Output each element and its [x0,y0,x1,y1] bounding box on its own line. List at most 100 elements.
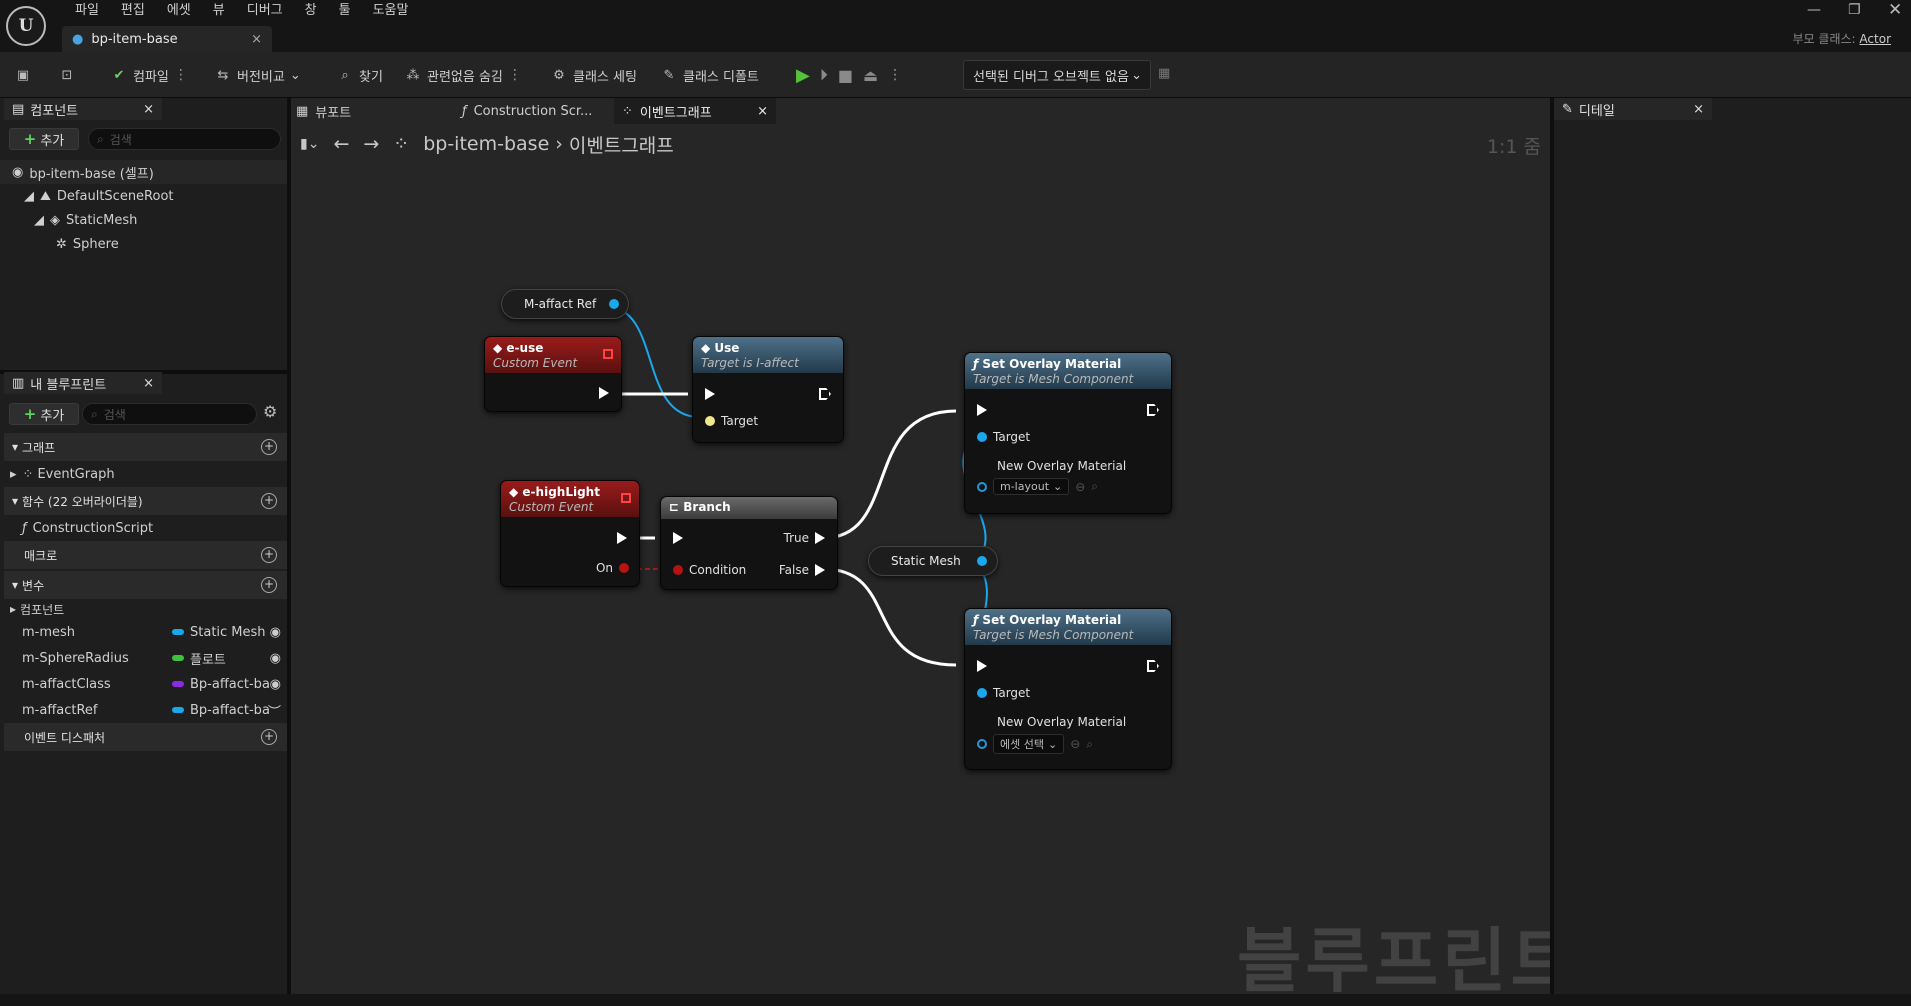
details-tab[interactable]: ✎ 디테일 × [1554,98,1712,120]
close-icon[interactable]: × [757,104,768,119]
pin-exec-out[interactable] [819,388,831,400]
tree-item-staticmesh[interactable]: ◢ ◈ StaticMesh [0,208,291,232]
play-icon[interactable]: ▶ [796,65,810,86]
close-icon[interactable]: × [251,32,262,47]
expand-icon[interactable]: ◢ [34,213,44,228]
delegate-pin-icon[interactable] [621,493,631,503]
breadcrumb-root[interactable]: bp-item-base [423,133,549,155]
pin-exec-in[interactable] [977,660,987,672]
pin-true[interactable]: True [784,531,825,545]
pin-overlay-material[interactable]: 에셋 선택 ⌄ ⊖ ⌕ [977,734,1093,754]
pin-target[interactable]: Target [977,686,1030,700]
more-icon[interactable]: ⋮ [508,67,522,83]
forward-arrow-icon[interactable]: → [363,133,379,155]
variable-row[interactable]: m-mesh Static Mesh ◉ [4,619,287,645]
parent-class-link[interactable]: Actor [1859,32,1891,46]
gear-icon[interactable]: ⚙ [263,402,277,421]
section-dispatchers[interactable]: 이벤트 디스패처 + [4,723,287,751]
variable-row[interactable]: m-affactRef Bp-affact-ba ︶ [4,697,287,723]
node-branch[interactable]: ⊏ Branch True Condition False [660,496,838,590]
menu-debug[interactable]: 디버그 [236,2,294,20]
pin-false[interactable]: False [779,563,825,577]
minimize-icon[interactable]: — [1807,2,1821,18]
menu-window[interactable]: 창 [294,2,328,20]
components-tab[interactable]: ▤ 컴포넌트 × [4,98,162,120]
browse-icon[interactable]: ⌕ [1091,479,1098,494]
eye-icon[interactable]: ◉ [270,651,281,666]
use-selected-icon[interactable]: ⊖ [1070,737,1080,751]
find-button[interactable]: ⌕ 찾기 [336,52,383,98]
member-eventgraph[interactable]: ▸ ⁘ EventGraph [4,461,287,487]
pin-exec-out[interactable] [617,532,627,544]
menu-asset[interactable]: 에셋 [156,2,202,20]
material-dropdown[interactable]: m-layout ⌄ [993,478,1070,495]
eye-icon[interactable]: ◉ [270,677,281,692]
blueprint-search-input[interactable]: ⌕ 검색 [82,403,257,425]
add-member-button[interactable]: + 추가 [9,403,79,425]
node-e-use[interactable]: ◆ e-use Custom Event [484,336,622,412]
variable-group-components[interactable]: ▸ 컴포넌트 [4,599,287,619]
menu-tools[interactable]: 툴 [328,2,362,20]
variable-row[interactable]: m-SphereRadius 플로트 ◉ [4,645,287,671]
back-arrow-icon[interactable]: ← [333,133,349,155]
menu-file[interactable]: 파일 [64,2,110,20]
close-icon[interactable]: × [1693,102,1704,117]
add-component-button[interactable]: + 추가 [9,128,79,150]
material-dropdown[interactable]: 에셋 선택 ⌄ [993,734,1065,754]
pin-output[interactable] [609,299,619,309]
pin-target[interactable]: Target [705,414,758,428]
expand-icon[interactable]: ▸ [10,467,17,482]
pin-exec-out[interactable] [1147,404,1159,416]
eye-icon[interactable]: ︶ [268,701,281,720]
close-icon[interactable]: × [143,102,154,117]
bookmark-icon[interactable]: ▮⌄ [300,136,319,152]
menu-help[interactable]: 도움말 [362,2,420,20]
expand-icon[interactable]: ◢ [24,189,34,204]
add-icon[interactable]: + [261,493,277,509]
component-search-input[interactable]: ⌕ 검색 [88,128,281,150]
section-graphs[interactable]: ▾ 그래프 + [4,433,287,461]
diff-button[interactable]: ⇆ 버전비교 ⌄ [214,52,301,98]
class-settings-button[interactable]: ⚙ 클래스 세팅 [550,52,637,98]
browse-icon[interactable]: ⌕ [1086,737,1093,752]
node-set-overlay-material-2[interactable]: ƒ Set Overlay Material Target is Mesh Co… [964,608,1172,770]
debug-object-select[interactable]: 선택된 디버그 오브젝트 없음 ⌄ [963,60,1151,90]
hide-unrelated-button[interactable]: ⁂ 관련없음 숨김 ⋮ [404,52,522,98]
pin-on[interactable]: On [596,561,629,575]
tab-viewport[interactable]: ▦ 뷰포트 [296,98,351,124]
node-affact-ref[interactable]: M-affact Ref [501,289,629,319]
tab-construction-script[interactable]: ƒ Construction Scr... [462,98,592,124]
close-window-icon[interactable]: ✕ [1888,0,1902,20]
add-icon[interactable]: + [261,729,277,745]
variable-row[interactable]: m-affactClass Bp-affact-ba ◉ [4,671,287,697]
add-icon[interactable]: + [261,439,277,455]
restore-icon[interactable]: ❐ [1848,2,1861,18]
pin-exec-in[interactable] [673,532,683,544]
section-macros[interactable]: 매크로 + [4,541,287,569]
debug-filter-icon[interactable]: ▦ [1158,66,1170,81]
pin-exec-out[interactable] [599,387,609,399]
section-functions[interactable]: ▾ 함수 (22 오버라이더블) + [4,487,287,515]
add-icon[interactable]: + [261,547,277,563]
pin-exec-out[interactable] [1147,660,1159,672]
browse-button[interactable]: ⊡ [58,52,76,98]
pin-overlay-material[interactable]: m-layout ⌄ ⊖ ⌕ [977,478,1098,495]
eject-icon[interactable]: ⏏ [863,66,878,85]
tree-item-sphere[interactable]: ✲ Sphere [0,232,291,256]
menu-view[interactable]: 뷰 [202,2,236,20]
more-icon[interactable]: ⋮ [174,67,188,83]
node-static-mesh[interactable]: Static Mesh [868,546,998,576]
document-tab[interactable]: ● bp-item-base × [62,26,272,52]
tab-event-graph[interactable]: ⁘ 이벤트그래프 × [614,98,776,124]
delegate-pin-icon[interactable] [603,349,613,359]
expand-icon[interactable]: ▸ [10,602,16,616]
node-e-highlight[interactable]: ◆ e-highLight Custom Event On [500,480,640,587]
pin-output[interactable] [977,556,987,566]
pin-exec-in[interactable] [977,404,987,416]
more-icon[interactable]: ⋮ [888,67,902,83]
close-icon[interactable]: × [143,376,154,391]
tree-item-self[interactable]: ◉ bp-item-base (셀프) [0,160,291,184]
pin-exec-in[interactable] [705,388,715,400]
eye-icon[interactable]: ◉ [270,625,281,640]
node-use[interactable]: ◆ Use Target is I-affect Target [692,336,844,443]
